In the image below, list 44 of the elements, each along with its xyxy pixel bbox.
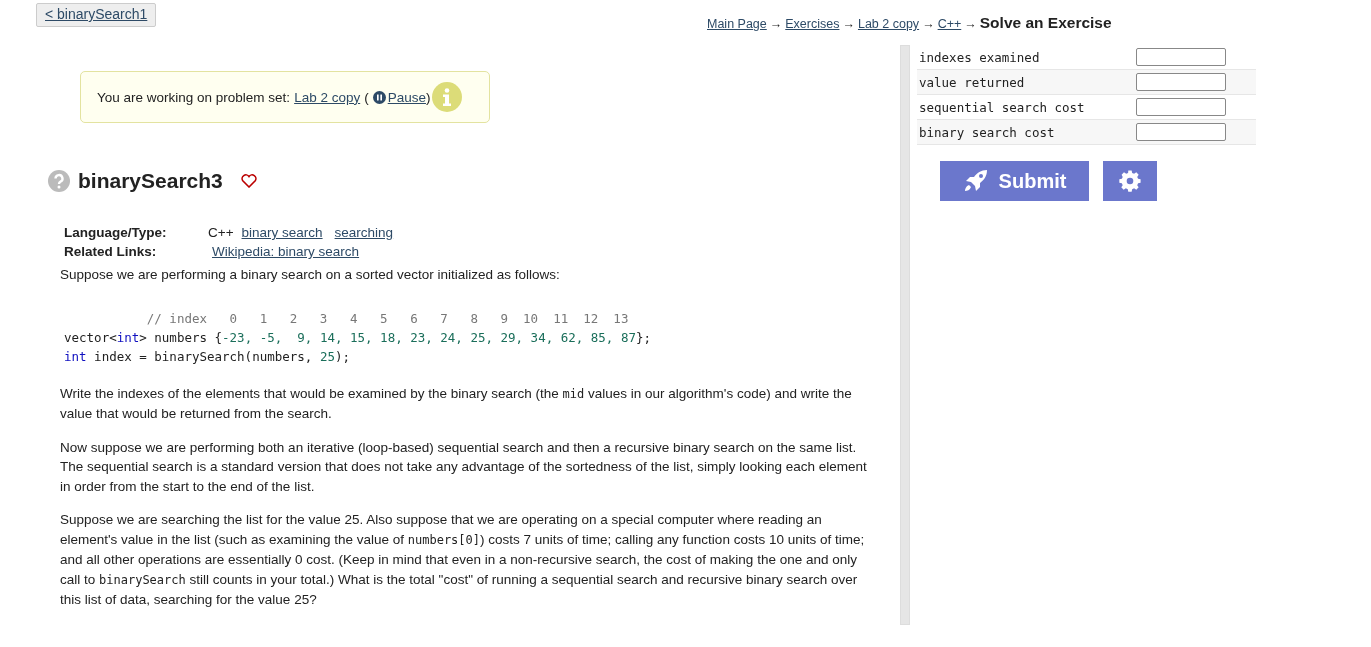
tag-link[interactable]: searching bbox=[334, 223, 394, 242]
rocket-icon bbox=[962, 169, 989, 193]
answer-field[interactable] bbox=[1136, 98, 1226, 116]
breadcrumb-link[interactable]: Lab 2 copy bbox=[857, 17, 920, 31]
pause-icon bbox=[372, 90, 386, 104]
tag-link[interactable]: Wikipedia: binary search bbox=[212, 242, 360, 261]
problem-title: binarySearch3 bbox=[78, 169, 223, 193]
paren: ( bbox=[364, 89, 369, 105]
meta-label: Language/Type: bbox=[64, 224, 168, 242]
submit-button[interactable]: Submit bbox=[940, 161, 1089, 201]
notice-text: You are working on problem set: bbox=[97, 89, 291, 105]
question-text: Write the indexes of the elements that would be examined by the binary search (the mid values in our algorithm's code) and write the value that would be returned from the search. bbox=[60, 384, 853, 423]
breadcrumb-link[interactable]: Exercises bbox=[785, 17, 840, 31]
code-line: // index 0 1 2 3 4 5 6 7 8 9 10 11 12 13 bbox=[145, 309, 629, 328]
breadcrumb-link[interactable]: C++ bbox=[937, 17, 962, 31]
code-line: int index = binarySearch(numbers, 25); bbox=[64, 347, 350, 366]
answer-field[interactable] bbox=[1136, 123, 1226, 141]
answer-field[interactable] bbox=[1136, 48, 1226, 66]
paren: ) bbox=[425, 89, 431, 105]
pause-link[interactable]: Pause bbox=[372, 89, 426, 105]
back-link[interactable]: < binarySearch1 bbox=[36, 3, 157, 27]
answer-label: sequential search cost bbox=[919, 99, 1085, 115]
answer-field[interactable] bbox=[1136, 73, 1226, 91]
code-line: vector<int> numbers {-23, -5, 9, 14, 15, 18, 23, 24, 25, 29, 34, 62, 85, 87}; bbox=[64, 328, 652, 347]
breadcrumb-link[interactable]: Main Page bbox=[707, 17, 767, 31]
breadcrumb-arrow: → bbox=[964, 17, 977, 31]
breadcrumb-arrow: → bbox=[922, 17, 935, 31]
answer-label: indexes examined bbox=[919, 49, 1040, 65]
settings-icon bbox=[1119, 170, 1141, 192]
question-text: Now suppose we are performing both an iterative (loop-based) sequential search and then a recursive binary search on the same list. The sequential search is a standard version that does not take any advantage of the sortedness of the list, simply looking each element in order from the start to the end of the list. bbox=[60, 438, 868, 496]
meta-value: C++ bbox=[208, 224, 234, 242]
breadcrumb-arrow: → bbox=[842, 17, 855, 31]
intro-text: Suppose we are performing a binary search on a sorted vector initialized as follows: bbox=[60, 266, 561, 284]
breadcrumb-arrow: → bbox=[769, 17, 783, 31]
answer-label: binary search cost bbox=[919, 124, 1055, 140]
tag-link[interactable]: binary search bbox=[241, 223, 323, 242]
settings-button[interactable] bbox=[1103, 161, 1157, 201]
problem-set-link[interactable]: Lab 2 copy bbox=[294, 89, 361, 105]
page-title: Solve an Exercise bbox=[979, 14, 1112, 31]
meta-label: Related Links: bbox=[64, 243, 158, 261]
answer-label: value returned bbox=[919, 74, 1025, 90]
help-icon[interactable] bbox=[48, 170, 70, 192]
question-text: Suppose we are searching the list for the value 25. Also suppose that we are operating on a special computer where reading an element's value in the list (such as examining the value of numbers[0]) costs 7 units of time; calling any function costs 10 units of time; and all other operations are essentially 0 cost. (Keep in mind that even in a non-recursive search, the cost of making the one and only call to binarySearch still counts in your total.) What is the total "cost" of running a sequential search and recursive binary search over this list of data, searching for the value 25? bbox=[60, 511, 866, 609]
heart-icon[interactable] bbox=[240, 174, 257, 188]
